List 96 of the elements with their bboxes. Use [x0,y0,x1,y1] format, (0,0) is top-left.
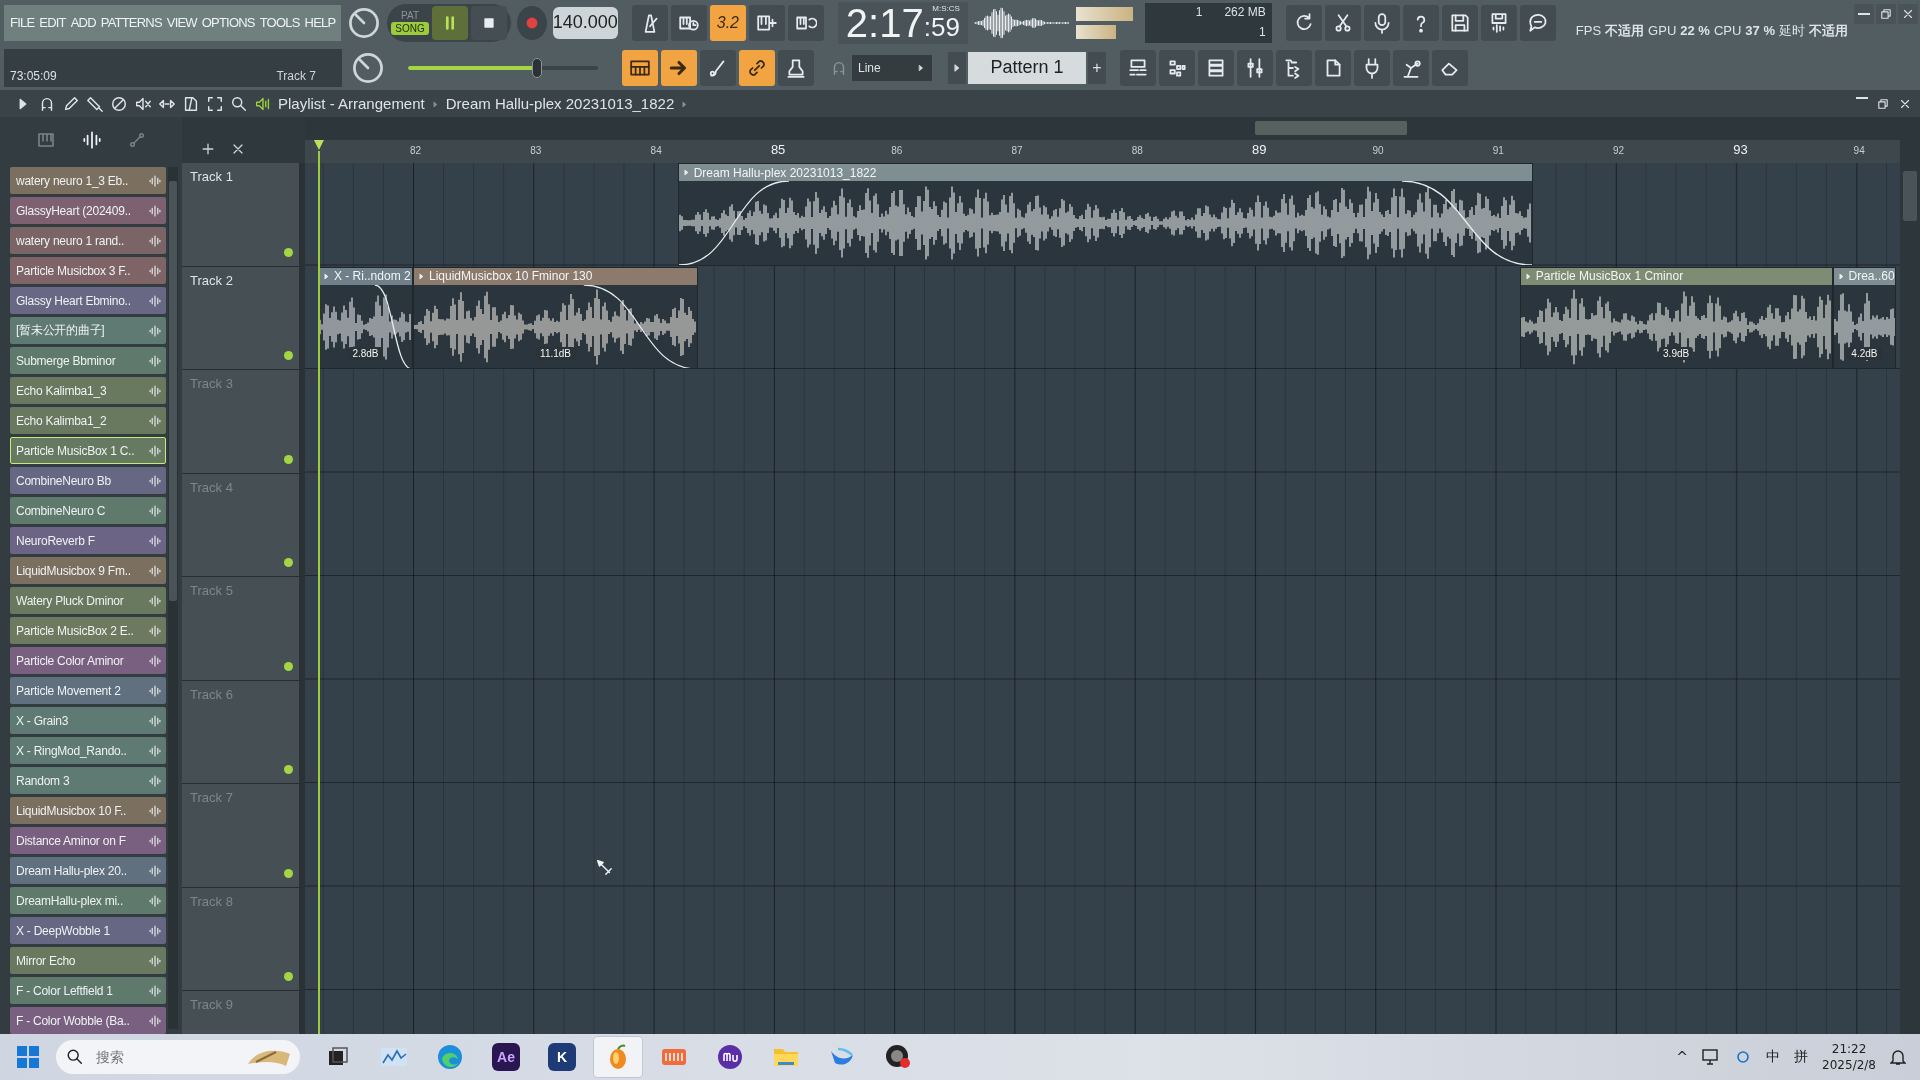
clip-list-item[interactable]: Particle MusicBox 1 C.. [10,437,166,464]
gain-label: 4.2dB [1847,347,1882,360]
clip-list-item[interactable]: LiquidMusicbox 10 F.. [10,797,166,824]
time-centiseconds: :59 [923,11,960,44]
audio-clip[interactable]: LiquidMusicbox 10 Fminor 130 11.1dB [413,266,699,369]
clip-list-item[interactable]: Particle Color Aminor [10,647,166,674]
ime-mode-indicator[interactable]: 拼 [1794,1048,1809,1066]
bar-number: 86 [891,145,903,156]
clip-list-item[interactable]: watery neuro 1_3 Eb.. [10,167,166,194]
clip-list-item[interactable]: F - Color Leftfield 1 [10,977,166,1004]
bar-number: 84 [650,145,662,156]
hint-target: Track 7 [276,68,316,83]
menu-item[interactable]: TOOLS [259,15,300,30]
clip-list-item[interactable]: Random 3 [10,767,166,794]
clip-list-item[interactable]: X - Grain3 [10,707,166,734]
menu-item[interactable]: HELP [304,15,336,30]
clip-list-item[interactable]: [暂未公开的曲子] [10,317,166,344]
clip-list-item[interactable]: Particle MusicBox 2 E.. [10,617,166,644]
perf-label: 延时 [1779,21,1805,40]
perf-label: GPU [1648,22,1677,38]
add-pattern-button[interactable]: + [1088,51,1106,84]
bar-number: 83 [530,145,542,156]
song-mode-button[interactable]: SONG [391,22,429,35]
bar-number: 89 [1252,142,1267,157]
clip-list-item[interactable]: watery neuro 1 rand.. [10,227,166,254]
timeline-ruler[interactable]: 82 83 84 85 86 87 88 89 90 91 92 93 94 [305,140,1900,164]
tempo-field[interactable]: 140.000 [552,6,618,39]
menu-item[interactable]: ADD [70,15,96,30]
clip-list-item[interactable]: CombineNeuro Bb [10,467,166,494]
perf-value: 22 % [1680,22,1710,38]
clip-list-item[interactable]: LiquidMusicbox 9 Fm.. [10,557,166,584]
clock-date[interactable]: 2025/2/8 [1822,1057,1876,1073]
clip-list-item[interactable]: F - Color Wobble (Ba.. [10,1007,166,1034]
clip-list-item[interactable]: Watery Pluck Dminor [10,587,166,614]
playlist-title: Playlist - Arrangement [278,95,425,112]
taskbar-app[interactable]: Ae [482,1037,530,1077]
bar-number: 85 [770,142,786,157]
menu-item[interactable]: EDIT [39,15,66,30]
time-display: 2:17 [845,1,924,44]
toolbar-button[interactable]: 3.2 [709,4,746,41]
menu-item[interactable]: VIEW [166,15,197,30]
bar-number: 94 [1853,145,1865,156]
menu-item[interactable]: OPTIONS [201,15,255,30]
clip-list-item[interactable]: Dream Hallu-plex 20.. [10,857,166,884]
menu-item[interactable]: FILE [10,15,35,30]
clip-list-item[interactable]: Distance Aminor on F [10,827,166,854]
gain-label: 11.1dB [536,347,575,360]
clip-list-item[interactable]: Echo Kalimba1_2 [10,407,166,434]
snap-dropdown[interactable]: Line [852,54,932,81]
track-header[interactable]: Track 2 [182,266,305,370]
clip-list-item[interactable]: Glassy Heart Ebmino.. [10,287,166,314]
audio-clip[interactable]: Particle MusicBox 1 Cminor 3.9dB [1519,266,1833,369]
pattern-mode-label[interactable]: PAT [397,10,424,21]
audio-clip[interactable]: X - Ri..ndom 2 2.8dB [317,266,413,369]
pattern-selector[interactable]: Pattern 1 [968,51,1086,84]
clip-list-item[interactable]: X - DeepWobble 1 [10,917,166,944]
bar-number: 82 [410,145,422,156]
clip-list-item[interactable]: CombineNeuro C [10,497,166,524]
clip-list-item[interactable]: DreamHallu-plex mi.. [10,887,166,914]
search-field[interactable]: 搜索 [94,1048,218,1066]
clip-list-item[interactable]: Submerge Bbminor [10,347,166,374]
perf-label: FPS [1575,22,1602,38]
perf-label: CPU [1713,22,1742,38]
bar-number: 93 [1733,142,1748,157]
clip-list-item[interactable]: X - RingMod_Rando.. [10,737,166,764]
perf-value: 不适用 [1605,21,1645,40]
clip-list-item[interactable]: Mirror Echo [10,947,166,974]
perf-value: 不适用 [1809,21,1848,40]
polyphony-value: 1 [1194,3,1204,21]
bar-number: 87 [1011,145,1023,156]
audio-clip[interactable]: Dream Hallu-plex 20231013_1822 [677,163,1533,266]
menu-item[interactable]: PATTERNS [100,15,162,30]
clip-list-item[interactable]: Echo Kalimba1_3 [10,377,166,404]
clip-path-label[interactable]: Dream Hallu-plex 20231013_1822 [445,95,675,112]
taskbar-app[interactable]: K [538,1037,586,1077]
bar-number: 92 [1613,145,1625,156]
time-format-label[interactable]: M:S:CS [932,3,960,13]
gain-label: 2.8dB [348,347,383,360]
hint-position: 73:05:09 [10,68,57,83]
audio-clip[interactable]: Drea..60 4.2dB [1832,266,1897,369]
track-header[interactable]: Track 1 [182,163,305,267]
search-bar[interactable]: 搜索 [56,1040,300,1074]
bar-number: 88 [1131,145,1143,156]
bar-number: 91 [1492,145,1504,156]
clip-list-item[interactable]: NeuroReverb F [10,527,166,554]
clock-time[interactable]: 21:22 [1831,1041,1867,1057]
ime-indicator[interactable]: 中 [1766,1048,1781,1066]
clip-list-item[interactable]: GlassyHeart (202409.. [10,197,166,224]
gain-label: 3.9dB [1659,347,1694,360]
bar-number: 90 [1372,145,1384,156]
clip-list-item[interactable]: Particle Musicbox 3 F.. [10,257,166,284]
perf-value: 37 % [1745,22,1775,38]
voices-value: 1 [1258,23,1267,41]
tray-overflow-button[interactable]: ^ [1676,1049,1689,1065]
clip-list-item[interactable]: Particle Movement 2 [10,677,166,704]
memory-value: 262 MB [1223,3,1267,21]
